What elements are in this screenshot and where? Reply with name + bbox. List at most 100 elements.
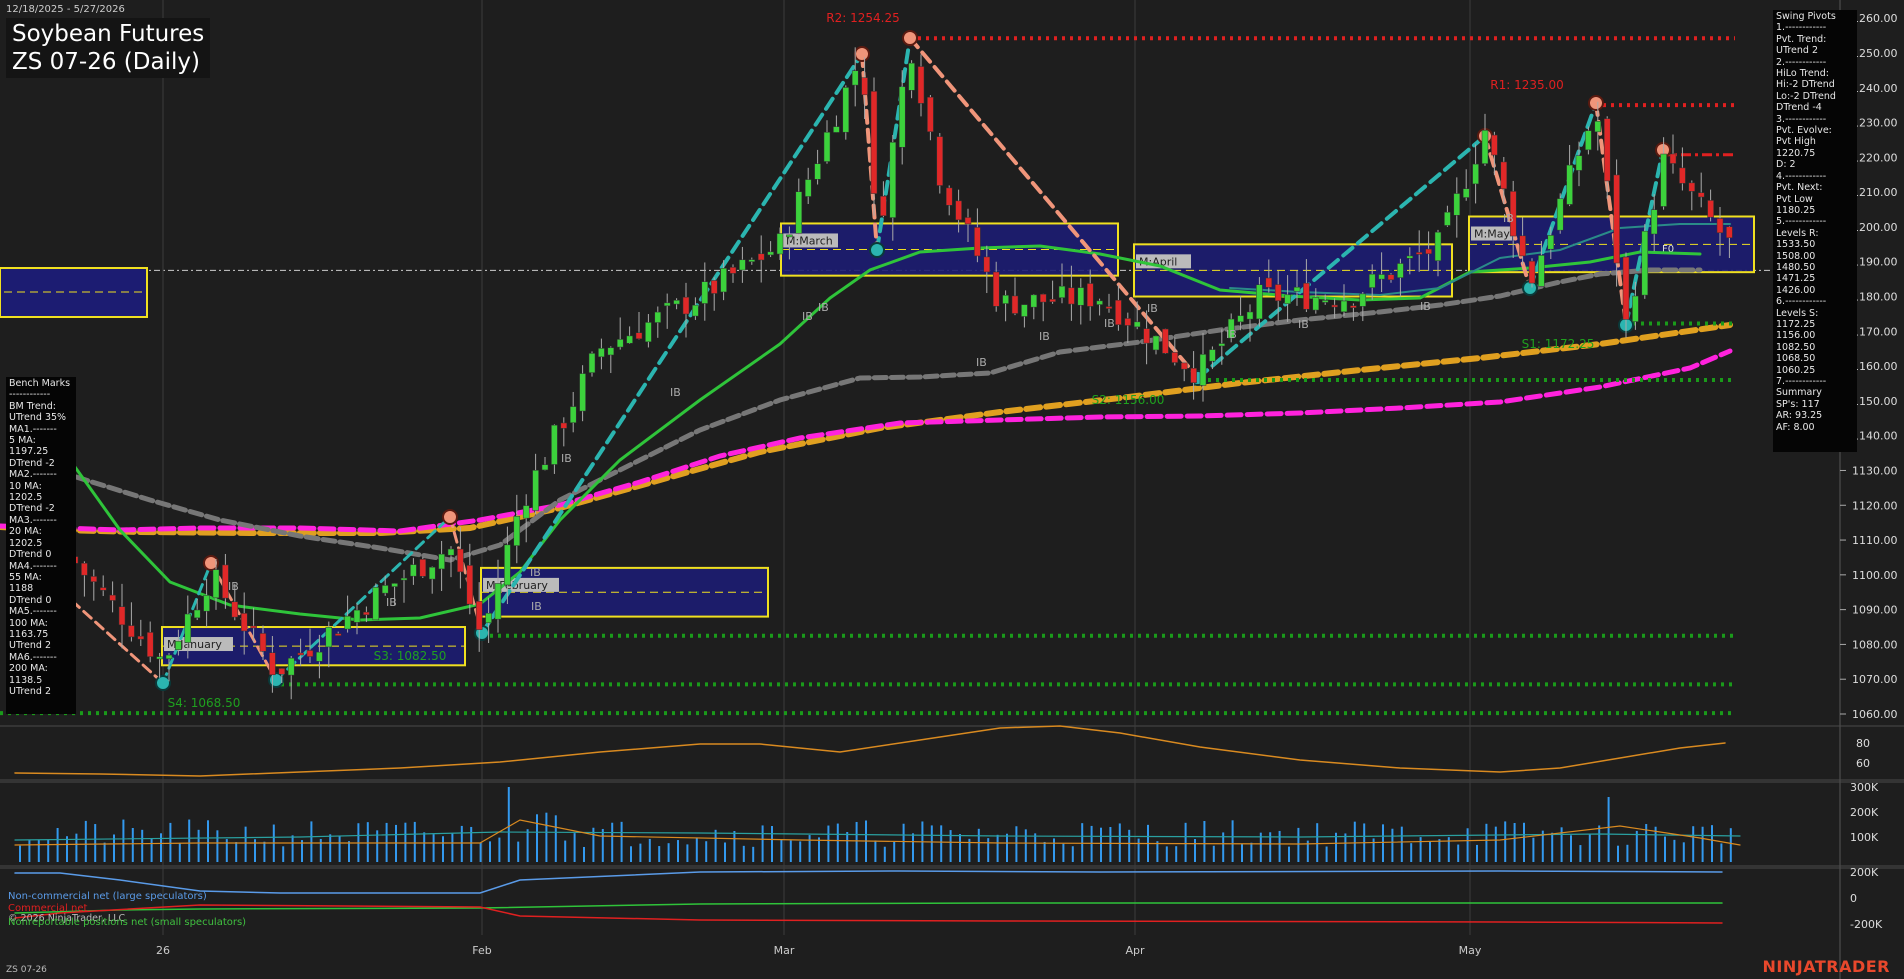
x-axis-tick-label: May [1459, 944, 1482, 957]
ib-label: IB [1503, 212, 1514, 225]
candle-body [626, 335, 633, 344]
x-axis-tick-label: Apr [1125, 944, 1145, 957]
swing-pivots-line: 1426.00 [1776, 284, 1816, 296]
bench-marks-line: DTrend 0 [9, 594, 52, 606]
candle-body [334, 633, 342, 636]
candle-body [1209, 349, 1216, 362]
bench-marks-line: 10 MA: [9, 480, 42, 492]
ib-label: IB [670, 386, 681, 399]
candle-body [344, 615, 351, 630]
y-axis-tick-label: 1090.00 [1852, 604, 1898, 617]
candle-body [259, 633, 267, 652]
candle-body [137, 635, 145, 640]
swing-pivots-line: 5.------------ [1776, 216, 1827, 228]
candle-body [391, 583, 398, 587]
candle-body [1199, 354, 1207, 386]
candle-body [1340, 300, 1348, 313]
candle-body [1603, 118, 1611, 182]
candle-body [428, 566, 436, 580]
swing-pivots-line: AR: 93.25 [1776, 410, 1823, 422]
candle-body [908, 62, 915, 91]
candle-body [485, 612, 492, 624]
swing-pivots-line: 1172.25 [1776, 318, 1816, 330]
bench-marks-line: MA2.------- [9, 469, 57, 481]
bench-marks-line: MA6.------- [9, 651, 57, 663]
candle-body [1528, 260, 1536, 284]
swing-pivots-line: 1068.50 [1776, 353, 1816, 365]
y-axis-tick-label: 1170.00 [1852, 325, 1898, 338]
candle-body [1284, 294, 1291, 304]
swing-pivots-line: Summary [1776, 387, 1822, 399]
ib-label: IB [561, 452, 572, 465]
candle-body [645, 322, 652, 343]
candle-body [739, 259, 746, 271]
bench-marks-line: DTrend -2 [9, 457, 55, 469]
candle-body [419, 559, 427, 577]
candle-body [767, 251, 774, 256]
y-axis-tick-label: 1060.00 [1852, 708, 1898, 721]
bench-marks-line: UTrend 35% [9, 412, 67, 424]
candle-body [363, 611, 370, 616]
candle-body [532, 470, 539, 511]
level-label: S4: 1068.50 [168, 696, 241, 710]
candle-body [90, 576, 98, 582]
swing-pivots-line: 1533.50 [1776, 239, 1816, 251]
y-axis-tick-label: 1250.00 [1852, 47, 1898, 60]
soybean-futures-chart[interactable]: 1060.00 1070.00 1080.00 1090.00 1100.00 1110.… [0, 0, 1904, 979]
chart-title-line1: Soybean Futures [12, 21, 205, 47]
candle-body [1669, 153, 1677, 164]
y-axis-tick-label: 1110.00 [1852, 534, 1898, 547]
candle-body [1274, 284, 1282, 302]
candle-body [1246, 311, 1254, 320]
ib-label: IB [802, 310, 813, 323]
candle-body [1415, 252, 1423, 255]
swing-pivots-line: Lo:-2 DTrend [1776, 90, 1836, 102]
bench-marks-line: 1163.75 [9, 628, 49, 640]
candle-body [1030, 294, 1038, 308]
ib-label: IB [531, 600, 542, 613]
swing-pivots-line: SP's: 117 [1776, 398, 1820, 410]
candle-body [1679, 167, 1686, 184]
candle-body [118, 606, 126, 626]
candle-body [316, 651, 323, 662]
bench-marks-line: 5 MA: [9, 435, 36, 447]
bench-marks-line: ------------ [9, 389, 51, 401]
ib-label: IB [1298, 318, 1309, 331]
candle-body [1726, 226, 1733, 239]
candle-body [1453, 193, 1461, 216]
candle-body [616, 339, 624, 348]
candle-body [513, 516, 521, 546]
bench-marks-line: DTrend -2 [9, 503, 55, 515]
candle-body [635, 332, 643, 339]
ib-label: IB [1226, 328, 1237, 341]
footer-symbol: ZS 07-26 [6, 965, 47, 975]
ib-label: IB [1104, 317, 1115, 330]
bench-marks-line: MA4.------- [9, 560, 57, 572]
swing-pivots-line: 1060.25 [1776, 364, 1816, 376]
candle-body [1707, 200, 1714, 218]
candle-body [898, 86, 906, 148]
y-axis-tick-label: 1080.00 [1852, 638, 1898, 651]
candle-body [720, 268, 727, 293]
candle-body [1716, 218, 1724, 234]
candle-body [842, 87, 850, 133]
candle-body [325, 626, 333, 648]
candle-body [701, 281, 709, 304]
candle-body [1265, 277, 1273, 288]
candle-body [983, 256, 991, 273]
candle-body [814, 163, 821, 180]
candle-body [1538, 255, 1545, 287]
swing-pivots-line: Pvt. Next: [1776, 182, 1823, 194]
y-axis-tick-label: 1210.00 [1852, 186, 1898, 199]
swing-pivots-line: Levels S: [1776, 307, 1819, 319]
candle-body [936, 136, 944, 186]
pivot-high-marker [902, 30, 918, 46]
candle-body [457, 548, 464, 573]
y-axis-tick-label: 1240.00 [1852, 82, 1898, 95]
bench-marks-line: 1138.5 [9, 674, 43, 686]
candle-body [146, 632, 154, 657]
candle-body [522, 505, 530, 519]
candle-body [551, 424, 558, 465]
candle-body [297, 652, 304, 656]
candle-body [1152, 335, 1160, 351]
